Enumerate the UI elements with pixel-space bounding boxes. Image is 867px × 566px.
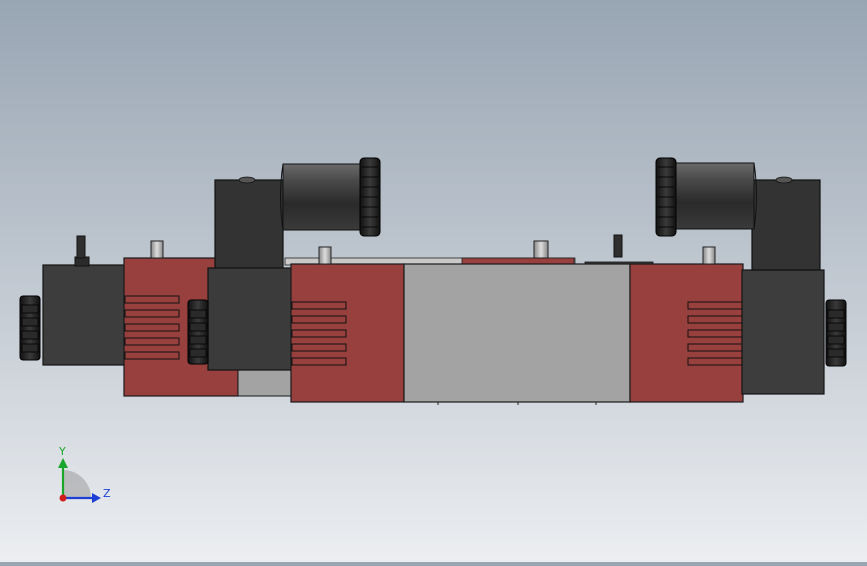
y-axis-arrow [58, 458, 68, 468]
front-left-cap-screw [318, 246, 332, 265]
rear-cap-screw [150, 240, 164, 259]
rear-center-pin [533, 240, 549, 259]
front-body-center [403, 263, 631, 403]
front-right-cap-screw [702, 246, 716, 265]
triad-plane-arc [63, 470, 91, 498]
z-axis-label: Z [103, 487, 111, 500]
front-left-knob [187, 299, 209, 365]
right-connector [655, 157, 821, 271]
rear-left-knob [19, 295, 41, 361]
front-right-knob [825, 299, 847, 367]
y-axis-label: Y [58, 445, 66, 458]
right-solenoid [741, 269, 825, 395]
model-view: Y Z [19, 157, 847, 503]
rear-left-solenoid [42, 264, 126, 366]
left-cable-gland [282, 163, 364, 231]
cad-viewport[interactable]: Y Z [0, 0, 867, 562]
z-axis-arrow [92, 493, 101, 503]
rear-right-pin [613, 234, 623, 258]
x-axis-dot [59, 494, 67, 502]
view-orientation-triad[interactable]: Y Z [58, 445, 111, 503]
right-cable-gland [673, 162, 755, 230]
front-valve-assembly [187, 157, 847, 405]
rear-left-pin [76, 235, 86, 259]
